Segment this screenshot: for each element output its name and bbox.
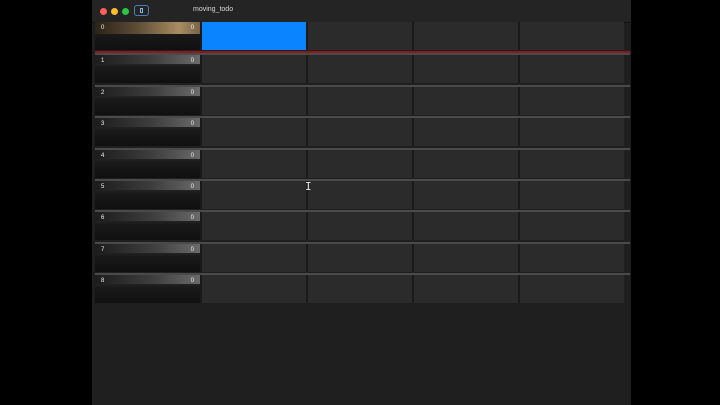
grid-cell-selected[interactable]	[200, 22, 306, 50]
grid-cell[interactable]	[412, 212, 518, 240]
row-count-label: 0	[190, 153, 194, 159]
grid-cell[interactable]	[412, 244, 518, 272]
grid-row: 0 0	[95, 22, 630, 54]
thumbnail-bar	[95, 118, 200, 127]
grid-cell[interactable]	[518, 275, 624, 303]
row-index-label: 2	[101, 90, 105, 96]
grid-row: 8 0	[95, 273, 630, 303]
row-thumbnail[interactable]: 0 0	[95, 22, 200, 50]
grid-cell[interactable]	[412, 118, 518, 146]
grid-row: 2 0	[95, 85, 630, 115]
row-thumbnail[interactable]: 3 0	[95, 118, 200, 146]
row-index-label: 7	[101, 247, 105, 253]
grid-row: 7 0	[95, 242, 630, 272]
row-thumbnail[interactable]: 5 0	[95, 181, 200, 209]
row-index-label: 4	[101, 153, 105, 159]
titlebar: moving_todo	[92, 0, 631, 23]
grid-cell[interactable]	[518, 118, 624, 146]
grid-cell[interactable]	[412, 22, 518, 50]
grid-cell[interactable]	[306, 181, 412, 209]
grid-cell[interactable]	[200, 275, 306, 303]
thumbnail-bar	[95, 212, 200, 221]
thumbnail-bar	[95, 55, 200, 64]
row-index-label: 5	[101, 184, 105, 190]
row-count-label: 0	[190, 121, 194, 127]
row-count-label: 0	[190, 90, 194, 96]
grid-cell[interactable]	[200, 55, 306, 83]
row-thumbnail[interactable]: 2 0	[95, 87, 200, 115]
grid-cell[interactable]	[306, 150, 412, 178]
row-index-label: 8	[101, 278, 105, 284]
grid-row: 1 0	[95, 53, 630, 83]
thumbnail-bar	[95, 181, 200, 190]
grid-cell[interactable]	[412, 275, 518, 303]
row-index-label: 0	[101, 25, 105, 31]
grid-cell[interactable]	[200, 118, 306, 146]
thumbnail-bar	[95, 150, 200, 159]
row-count-label: 0	[190, 215, 194, 221]
row-count-label: 0	[190, 58, 194, 64]
grid-cell[interactable]	[306, 22, 412, 50]
grid-cell[interactable]	[306, 212, 412, 240]
thumbnail-bar	[95, 22, 200, 34]
thumbnail-bar	[95, 87, 200, 96]
row-thumbnail[interactable]: 7 0	[95, 244, 200, 272]
row-count-label: 0	[190, 184, 194, 190]
grid-cell[interactable]	[412, 181, 518, 209]
row-thumbnail[interactable]: 6 0	[95, 212, 200, 240]
app-window: moving_todo 0 0 1 0 2 0 3 0 4 0 5 0 6 0 …	[92, 0, 631, 405]
minimize-button[interactable]	[111, 8, 118, 15]
grid-cell[interactable]	[200, 150, 306, 178]
row-thumbnail[interactable]: 1 0	[95, 55, 200, 83]
grid-cell[interactable]	[518, 55, 624, 83]
row-thumbnail[interactable]: 8 0	[95, 275, 200, 303]
grid-cell[interactable]	[518, 22, 624, 50]
grid-cell[interactable]	[306, 118, 412, 146]
zoom-button[interactable]	[122, 8, 129, 15]
grid-cell[interactable]	[518, 244, 624, 272]
thumbnail-bar	[95, 244, 200, 253]
grid-cell[interactable]	[306, 244, 412, 272]
grid-row: 3 0	[95, 116, 630, 146]
row-count-label: 0	[190, 247, 194, 253]
grid-cell[interactable]	[518, 212, 624, 240]
row-count-label: 0	[190, 278, 194, 284]
grid-cell[interactable]	[200, 244, 306, 272]
grid-cell[interactable]	[412, 150, 518, 178]
grid-row: 5 0	[95, 179, 630, 209]
grid-cell[interactable]	[200, 87, 306, 115]
row-index-label: 6	[101, 215, 105, 221]
grid-cell[interactable]	[518, 87, 624, 115]
grid-cell[interactable]	[200, 212, 306, 240]
row-thumbnail[interactable]: 4 0	[95, 150, 200, 178]
grid-cell[interactable]	[412, 55, 518, 83]
grid-cell[interactable]	[412, 87, 518, 115]
grid-cell[interactable]	[306, 55, 412, 83]
grid-cell[interactable]	[200, 181, 306, 209]
row-index-label: 3	[101, 121, 105, 127]
grid-cell[interactable]	[306, 87, 412, 115]
text-cursor-icon: I	[305, 180, 312, 193]
sidebar-toggle-icon[interactable]	[134, 5, 149, 16]
window-title: moving_todo	[193, 6, 234, 13]
grid-row: 6 0	[95, 210, 630, 240]
grid-cell[interactable]	[518, 150, 624, 178]
row-count-label: 0	[190, 25, 194, 31]
grid-cell[interactable]	[306, 275, 412, 303]
thumbnail-bar	[95, 275, 200, 284]
row-index-label: 1	[101, 58, 105, 64]
grid-row: 4 0	[95, 148, 630, 178]
grid-cell[interactable]	[518, 181, 624, 209]
close-button[interactable]	[100, 8, 107, 15]
